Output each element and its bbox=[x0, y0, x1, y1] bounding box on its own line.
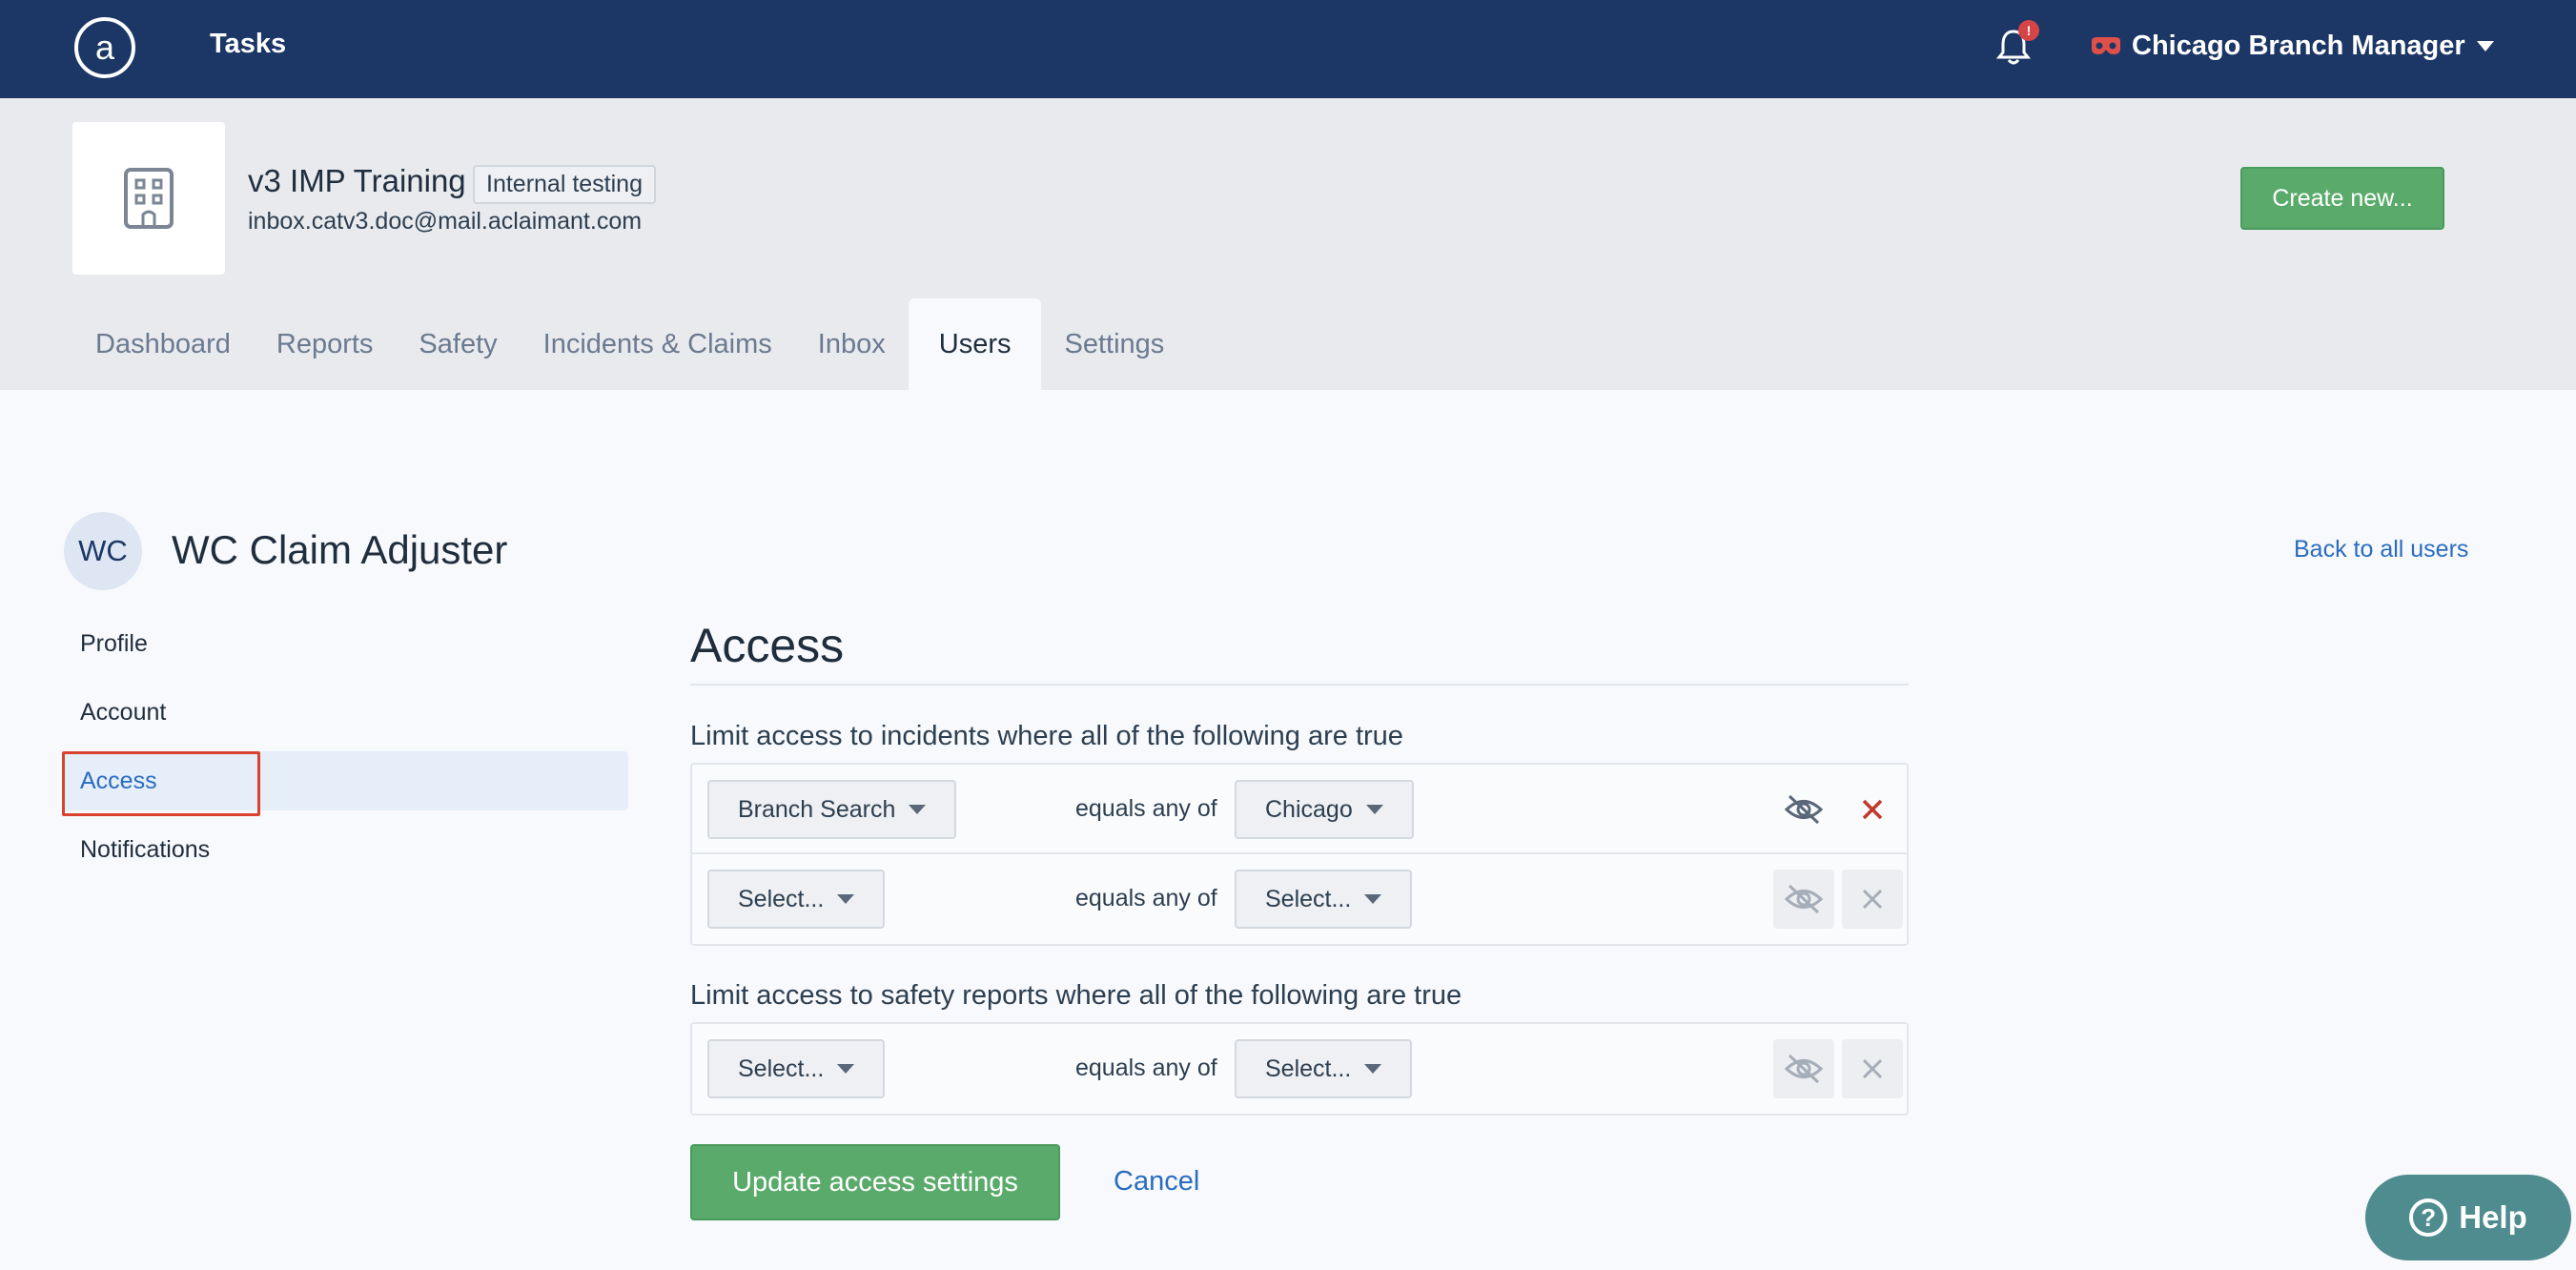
operator-label: equals any of bbox=[1075, 795, 1217, 822]
value-select-value: Chicago bbox=[1265, 795, 1353, 823]
chevron-down-icon bbox=[837, 1064, 855, 1074]
tab-inbox[interactable]: Inbox bbox=[795, 298, 909, 390]
remove-filter-button[interactable] bbox=[1842, 1039, 1903, 1098]
value-select[interactable]: Chicago bbox=[1235, 780, 1414, 839]
notification-badge: ! bbox=[2018, 20, 2039, 41]
cancel-link[interactable]: Cancel bbox=[1114, 1166, 1199, 1198]
close-icon bbox=[1862, 799, 1883, 820]
org-email: inbox.catv3.doc@mail.aclaimant.com bbox=[248, 208, 643, 235]
operator-label: equals any of bbox=[1075, 1055, 1217, 1081]
mask-icon bbox=[2092, 37, 2120, 54]
help-label: Help bbox=[2459, 1199, 2527, 1235]
chevron-down-icon bbox=[1365, 805, 1383, 814]
divider bbox=[690, 684, 1909, 686]
sidenav-item-account[interactable]: Account bbox=[64, 683, 628, 742]
chevron-down-icon bbox=[2476, 40, 2494, 51]
sidenav-item-profile[interactable]: Profile bbox=[64, 614, 628, 673]
user-menu-label: Chicago Branch Manager bbox=[2132, 30, 2465, 61]
incidents-filter-label: Limit access to incidents where all of t… bbox=[690, 721, 1403, 751]
question-icon: ? bbox=[2409, 1198, 2448, 1237]
value-select-value: Select... bbox=[1265, 1055, 1352, 1082]
aclaimant-logo[interactable]: a bbox=[72, 15, 137, 80]
back-to-users-link[interactable]: Back to all users bbox=[2294, 536, 2468, 563]
incidents-filter-box: Branch Search equals any of Chicago Sele… bbox=[690, 763, 1909, 946]
page-title: WC Claim Adjuster bbox=[172, 527, 508, 572]
value-select[interactable]: Select... bbox=[1235, 870, 1413, 929]
org-header: v3 IMP Training Internal testing inbox.c… bbox=[0, 98, 2576, 390]
field-select-value: Select... bbox=[738, 1055, 825, 1082]
remove-filter-button[interactable] bbox=[1842, 780, 1903, 839]
update-access-button[interactable]: Update access settings bbox=[690, 1144, 1060, 1220]
chevron-down-icon bbox=[909, 805, 927, 814]
chevron-down-icon bbox=[1364, 894, 1382, 904]
tab-incidents-claims[interactable]: Incidents & Claims bbox=[521, 298, 795, 390]
create-new-button[interactable]: Create new... bbox=[2240, 167, 2444, 230]
org-status-badge: Internal testing bbox=[473, 165, 656, 204]
building-icon bbox=[124, 168, 174, 229]
filter-row: Branch Search equals any of Chicago bbox=[692, 765, 1907, 854]
sidenav-item-notifications[interactable]: Notifications bbox=[64, 820, 628, 879]
nav-tasks-link[interactable]: Tasks bbox=[210, 29, 286, 60]
chevron-down-icon bbox=[1364, 1064, 1382, 1074]
remove-filter-button[interactable] bbox=[1842, 870, 1903, 929]
main-tabs: Dashboard Reports Safety Incidents & Cla… bbox=[72, 298, 1187, 390]
field-select[interactable]: Select... bbox=[707, 1039, 886, 1098]
tab-safety[interactable]: Safety bbox=[396, 298, 520, 390]
tab-users[interactable]: Users bbox=[908, 298, 1042, 390]
toggle-visibility-button[interactable] bbox=[1773, 1039, 1834, 1098]
filter-row: Select... equals any of Select... bbox=[692, 1024, 1907, 1114]
user-sidenav: Profile Account Access Notifications bbox=[62, 614, 628, 889]
help-button[interactable]: ? Help bbox=[2365, 1175, 2571, 1260]
value-select[interactable]: Select... bbox=[1235, 1039, 1413, 1098]
field-select-value: Select... bbox=[738, 885, 825, 912]
tab-reports[interactable]: Reports bbox=[254, 298, 397, 390]
tab-dashboard[interactable]: Dashboard bbox=[72, 298, 254, 390]
user-menu-dropdown[interactable]: Chicago Branch Manager bbox=[2090, 27, 2494, 65]
close-icon bbox=[1862, 1058, 1883, 1079]
top-navbar: a Tasks ! Chicago Branch Manager bbox=[0, 0, 2576, 98]
sidenav-item-access[interactable]: Access bbox=[62, 751, 628, 816]
operator-label: equals any of bbox=[1075, 885, 1217, 912]
toggle-visibility-button[interactable] bbox=[1773, 780, 1834, 839]
eye-slash-icon bbox=[1784, 794, 1824, 825]
org-name: v3 IMP Training bbox=[248, 163, 466, 198]
field-select-value: Branch Search bbox=[738, 795, 896, 823]
org-avatar bbox=[72, 122, 225, 275]
tab-settings[interactable]: Settings bbox=[1041, 298, 1187, 390]
toggle-visibility-button[interactable] bbox=[1773, 870, 1834, 929]
eye-slash-icon bbox=[1784, 884, 1824, 914]
filter-row: Select... equals any of Select... bbox=[692, 854, 1907, 944]
close-icon bbox=[1862, 889, 1883, 910]
field-select[interactable]: Branch Search bbox=[707, 780, 957, 839]
safety-filter-box: Select... equals any of Select... bbox=[690, 1022, 1909, 1116]
svg-text:a: a bbox=[95, 28, 115, 67]
safety-filter-label: Limit access to safety reports where all… bbox=[690, 980, 1462, 1011]
eye-slash-icon bbox=[1784, 1054, 1824, 1084]
section-title: Access bbox=[690, 619, 845, 672]
field-select[interactable]: Select... bbox=[707, 870, 886, 929]
user-avatar: WC bbox=[64, 512, 142, 590]
value-select-value: Select... bbox=[1265, 885, 1352, 912]
chevron-down-icon bbox=[837, 894, 855, 904]
